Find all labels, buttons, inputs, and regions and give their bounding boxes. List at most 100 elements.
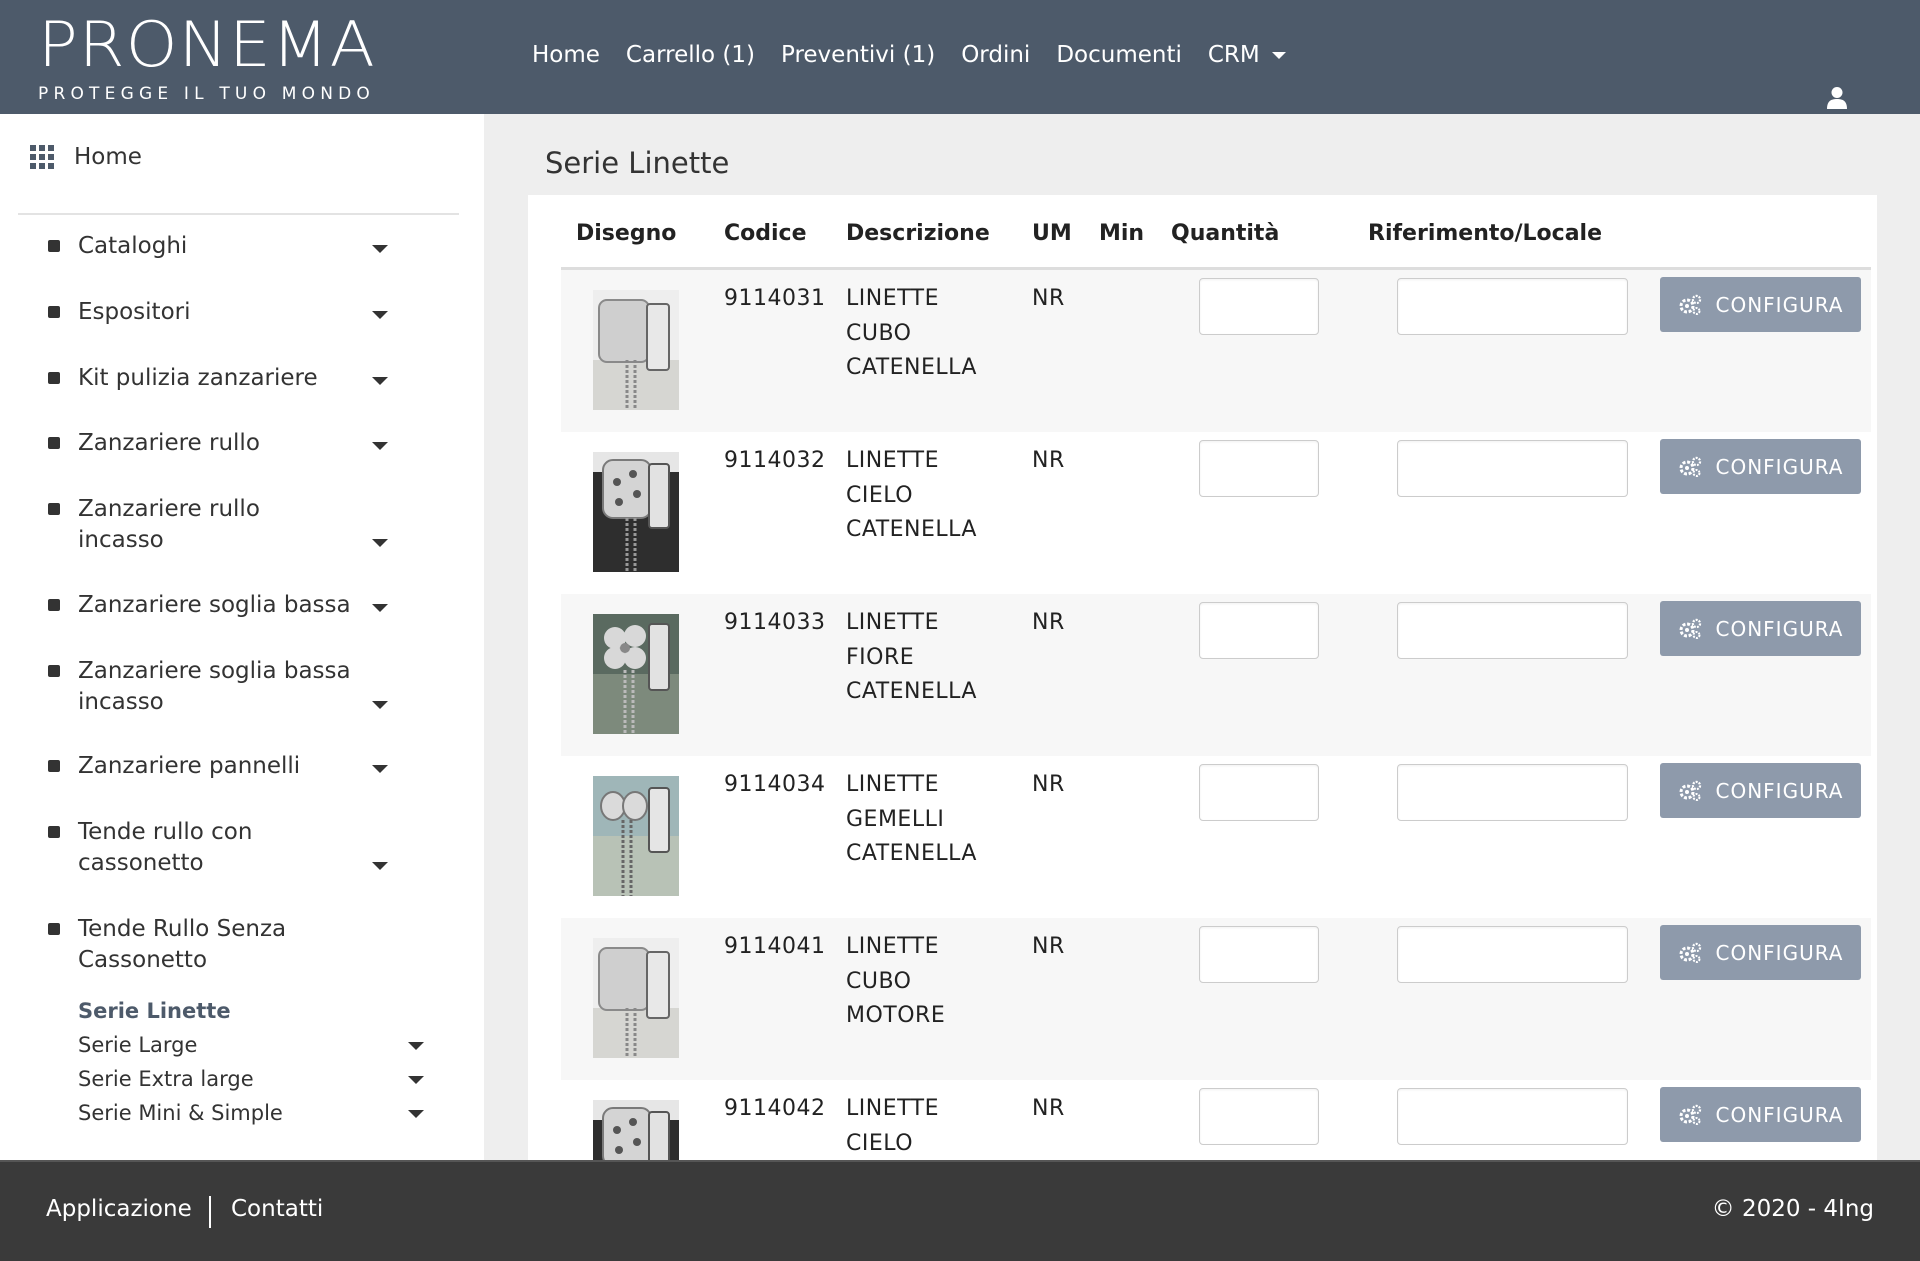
- product-image: [593, 290, 679, 410]
- subitem-label: Serie Mini & Simple: [78, 1101, 283, 1125]
- chevron-down-icon[interactable]: [372, 765, 388, 773]
- configure-button[interactable]: CONFIGURA: [1660, 763, 1861, 818]
- sidebar: Home Cataloghi Espositori Kit pulizia za…: [0, 114, 484, 1160]
- gears-icon: [1679, 1104, 1701, 1125]
- product-code: 9114032: [724, 448, 826, 473]
- product-code: 9114033: [724, 610, 826, 635]
- product-um: NR: [1032, 448, 1065, 473]
- footer-link-applicazione[interactable]: Applicazione: [46, 1196, 192, 1222]
- quantity-input[interactable]: [1199, 278, 1319, 335]
- configure-label: CONFIGURA: [1715, 940, 1844, 965]
- sidebar-item-label: Tende rullo con cassonetto: [78, 819, 253, 876]
- quantity-input[interactable]: [1199, 1088, 1319, 1145]
- sidebar-item-tende-rullo-senza-cassonetto[interactable]: Tende Rullo Senza Cassonetto: [48, 914, 388, 976]
- sidebar-item-label: Espositori: [78, 299, 191, 325]
- subitem-serie-extra-large[interactable]: Serie Extra large: [78, 1065, 424, 1093]
- brand-tagline: PROTEGGE IL TUO MONDO: [38, 84, 375, 104]
- brand-logo[interactable]: PRONEMA PROTEGGE IL TUO MONDO: [38, 6, 398, 104]
- quantity-input[interactable]: [1199, 440, 1319, 497]
- nav-quotes[interactable]: Preventivi (1): [781, 38, 935, 72]
- nav-home[interactable]: Home: [532, 38, 600, 72]
- subitem-serie-mini-simple[interactable]: Serie Mini & Simple: [78, 1099, 424, 1127]
- table-row: 9114032 LINETTE CIELO CATENELLA NR CONFIGU…: [561, 432, 1871, 594]
- sidebar-item-tende-rullo-cassonetto[interactable]: Tende rullo con cassonetto: [48, 817, 388, 879]
- chevron-down-icon[interactable]: [372, 311, 388, 319]
- chevron-down-icon[interactable]: [372, 377, 388, 385]
- sidebar-item-zanzariere-pannelli[interactable]: Zanzariere pannelli: [48, 751, 388, 782]
- configure-button[interactable]: CONFIGURA: [1660, 925, 1861, 980]
- nav-orders[interactable]: Ordini: [961, 38, 1030, 72]
- footer-divider: [209, 1196, 211, 1228]
- configure-label: CONFIGURA: [1715, 454, 1844, 479]
- subitem-serie-linette[interactable]: Serie Linette: [78, 997, 424, 1025]
- chevron-down-icon[interactable]: [372, 442, 388, 450]
- sidebar-item-kit-pulizia[interactable]: Kit pulizia zanzariere: [48, 363, 388, 394]
- reference-input[interactable]: [1397, 926, 1628, 983]
- user-icon[interactable]: [1826, 86, 1848, 110]
- bullet-icon: [48, 306, 60, 318]
- configure-button[interactable]: CONFIGURA: [1660, 439, 1861, 494]
- configure-button[interactable]: CONFIGURA: [1660, 601, 1861, 656]
- chevron-down-icon[interactable]: [372, 604, 388, 612]
- main-nav: Home Carrello (1) Preventivi (1) Ordini …: [532, 38, 1312, 72]
- chevron-down-icon[interactable]: [408, 1076, 424, 1084]
- sidebar-home[interactable]: Home: [30, 144, 142, 170]
- reference-input[interactable]: [1397, 1088, 1628, 1145]
- chevron-down-icon[interactable]: [408, 1042, 424, 1050]
- sidebar-item-zanzariere-soglia-bassa-incasso[interactable]: Zanzariere soglia bassa incasso: [48, 656, 388, 718]
- table-row: 9114041 LINETTE CUBO MOTORE NR CONFIGURA: [561, 918, 1871, 1080]
- product-description: LINETTE CUBO MOTORE: [846, 934, 946, 1028]
- bullet-icon: [48, 826, 60, 838]
- table-row: 9114033 LINETTE FIORE CATENELLA NR CONFIGU…: [561, 594, 1871, 756]
- col-header-riferimento: Riferimento/Locale: [1368, 221, 1603, 246]
- sidebar-divider: [18, 213, 459, 215]
- bullet-icon: [48, 923, 60, 935]
- reference-input[interactable]: [1397, 440, 1628, 497]
- product-description: LINETTE CIELO: [846, 1096, 939, 1156]
- reference-input[interactable]: [1397, 278, 1628, 335]
- chevron-down-icon[interactable]: [372, 862, 388, 870]
- reference-input[interactable]: [1397, 602, 1628, 659]
- footer: Applicazione Contatti © 2020 - 4Ing: [0, 1160, 1920, 1261]
- chevron-down-icon[interactable]: [372, 245, 388, 253]
- gears-icon: [1679, 294, 1701, 315]
- product-code: 9114034: [724, 772, 826, 797]
- nav-crm[interactable]: CRM: [1208, 38, 1286, 72]
- reference-input[interactable]: [1397, 764, 1628, 821]
- quantity-input[interactable]: [1199, 602, 1319, 659]
- product-um: NR: [1032, 1096, 1065, 1121]
- bullet-icon: [48, 503, 60, 515]
- configure-button[interactable]: CONFIGURA: [1660, 1087, 1861, 1142]
- bullet-icon: [48, 665, 60, 677]
- nav-cart[interactable]: Carrello (1): [626, 38, 755, 72]
- sidebar-item-zanzariere-rullo-incasso[interactable]: Zanzariere rullo incasso: [48, 494, 388, 556]
- sidebar-item-cataloghi[interactable]: Cataloghi: [48, 231, 388, 262]
- quantity-input[interactable]: [1199, 764, 1319, 821]
- col-header-codice: Codice: [724, 221, 807, 246]
- product-um: NR: [1032, 934, 1065, 959]
- chevron-down-icon[interactable]: [372, 701, 388, 709]
- configure-button[interactable]: CONFIGURA: [1660, 277, 1861, 332]
- nav-documents[interactable]: Documenti: [1056, 38, 1182, 72]
- subitem-label: Serie Extra large: [78, 1067, 254, 1091]
- chevron-down-icon[interactable]: [408, 1110, 424, 1118]
- table-row: 9114031 LINETTE CUBO CATENELLA NR CONFIGUR…: [561, 270, 1871, 432]
- grid-icon: [30, 145, 54, 169]
- bullet-icon: [48, 240, 60, 252]
- product-description: LINETTE GEMELLI CATENELLA: [846, 772, 977, 866]
- sidebar-item-espositori[interactable]: Espositori: [48, 297, 388, 328]
- product-code: 9114031: [724, 286, 826, 311]
- subitem-serie-large[interactable]: Serie Large: [78, 1031, 424, 1059]
- nav-crm-label: CRM: [1207, 42, 1260, 68]
- sidebar-item-zanzariere-rullo[interactable]: Zanzariere rullo: [48, 428, 388, 459]
- subitem-label: Serie Linette: [78, 999, 231, 1023]
- chevron-down-icon[interactable]: [372, 539, 388, 547]
- footer-link-contatti[interactable]: Contatti: [231, 1196, 323, 1222]
- quantity-input[interactable]: [1199, 926, 1319, 983]
- col-header-um: UM: [1032, 221, 1072, 246]
- configure-label: CONFIGURA: [1715, 1102, 1844, 1127]
- subitem-label: Serie Large: [78, 1033, 198, 1057]
- bullet-icon: [48, 760, 60, 772]
- sidebar-item-zanzariere-soglia-bassa[interactable]: Zanzariere soglia bassa: [48, 590, 388, 621]
- product-um: NR: [1032, 286, 1065, 311]
